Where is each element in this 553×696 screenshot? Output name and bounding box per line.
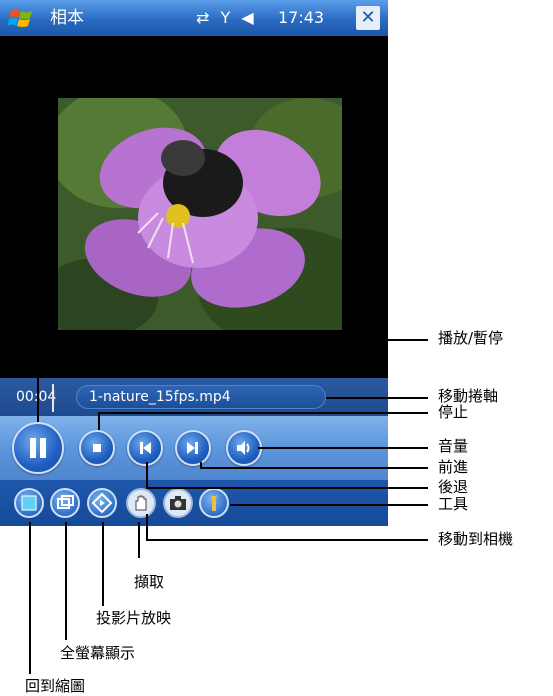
- play-pause-button[interactable]: [12, 422, 64, 474]
- previous-icon: [140, 442, 151, 454]
- callout-slideshow: 投影片放映: [96, 609, 172, 627]
- callout-line-capture: [138, 522, 140, 558]
- callout-play-pause: 播放/暫停: [438, 329, 504, 347]
- callout-thumbnails: 回到縮圖: [25, 677, 86, 695]
- previous-button[interactable]: [127, 430, 163, 466]
- callout-camera: 移動到相機: [438, 530, 514, 548]
- camera-icon: [170, 496, 186, 510]
- scrub-handle[interactable]: [52, 384, 54, 412]
- status-icons: ⇄ Y ◀: [196, 7, 260, 29]
- fullscreen-icon: [57, 495, 74, 509]
- callout-volume: 音量: [438, 437, 469, 455]
- callout-line-slideshow: [102, 522, 104, 606]
- slideshow-icon: [91, 492, 113, 514]
- camera-button[interactable]: [163, 488, 193, 518]
- volume-icon: [237, 441, 250, 455]
- callout-line-play-pause-h: [37, 339, 428, 341]
- callout-next: 前進: [438, 458, 469, 476]
- callout-line-stop-h: [98, 412, 428, 414]
- hand-capture-icon: [135, 495, 147, 511]
- callout-line-scroll: [326, 397, 428, 399]
- callout-line-fullscreen: [65, 522, 67, 640]
- pause-icon: [30, 438, 46, 458]
- signal-off-icon[interactable]: Y: [221, 7, 231, 29]
- scroll-bar[interactable]: 1-nature_15fps.mp4: [76, 385, 326, 409]
- callout-line-next-h: [200, 467, 428, 469]
- stop-button[interactable]: [79, 430, 115, 466]
- callout-line-play-pause: [37, 339, 39, 422]
- callout-line-tools: [230, 504, 428, 506]
- callout-line-stop: [98, 412, 100, 430]
- callout-line-camera: [146, 514, 148, 540]
- app-title: 相本: [50, 8, 84, 28]
- volume-button[interactable]: [226, 430, 262, 466]
- connectivity-icon[interactable]: ⇄: [196, 7, 209, 29]
- video-frame: [58, 98, 342, 330]
- speaker-icon[interactable]: ◀: [241, 7, 253, 29]
- tools-button[interactable]: [199, 488, 229, 518]
- title-bar: 相本 ⇄ Y ◀ 17:43 ✕: [0, 0, 388, 36]
- callout-line-prev: [146, 462, 148, 488]
- windows-start-icon[interactable]: [8, 7, 34, 29]
- file-name: 1-nature_15fps.mp4: [89, 389, 231, 405]
- video-area: [0, 36, 388, 378]
- thumbnails-button[interactable]: [14, 488, 44, 518]
- thumbnails-icon: [21, 495, 37, 511]
- next-button[interactable]: [175, 430, 211, 466]
- callout-line-prev-h: [146, 487, 428, 489]
- clock[interactable]: 17:43: [278, 7, 324, 29]
- slideshow-button[interactable]: [87, 488, 117, 518]
- next-icon: [187, 442, 198, 454]
- callout-capture: 擷取: [134, 573, 165, 591]
- close-button[interactable]: ✕: [356, 6, 380, 30]
- callout-fullscreen: 全螢幕顯示: [60, 644, 136, 662]
- capture-button[interactable]: [126, 488, 156, 518]
- callout-line-volume: [258, 447, 428, 449]
- callout-prev: 後退: [438, 478, 469, 496]
- wrench-icon: [210, 494, 218, 511]
- stop-icon: [93, 444, 101, 452]
- callout-line-thumbnails: [29, 522, 31, 674]
- callout-line-camera-h: [146, 539, 428, 541]
- callout-tools: 工具: [438, 495, 469, 513]
- fullscreen-button[interactable]: [50, 488, 80, 518]
- callout-stop: 停止: [438, 403, 469, 421]
